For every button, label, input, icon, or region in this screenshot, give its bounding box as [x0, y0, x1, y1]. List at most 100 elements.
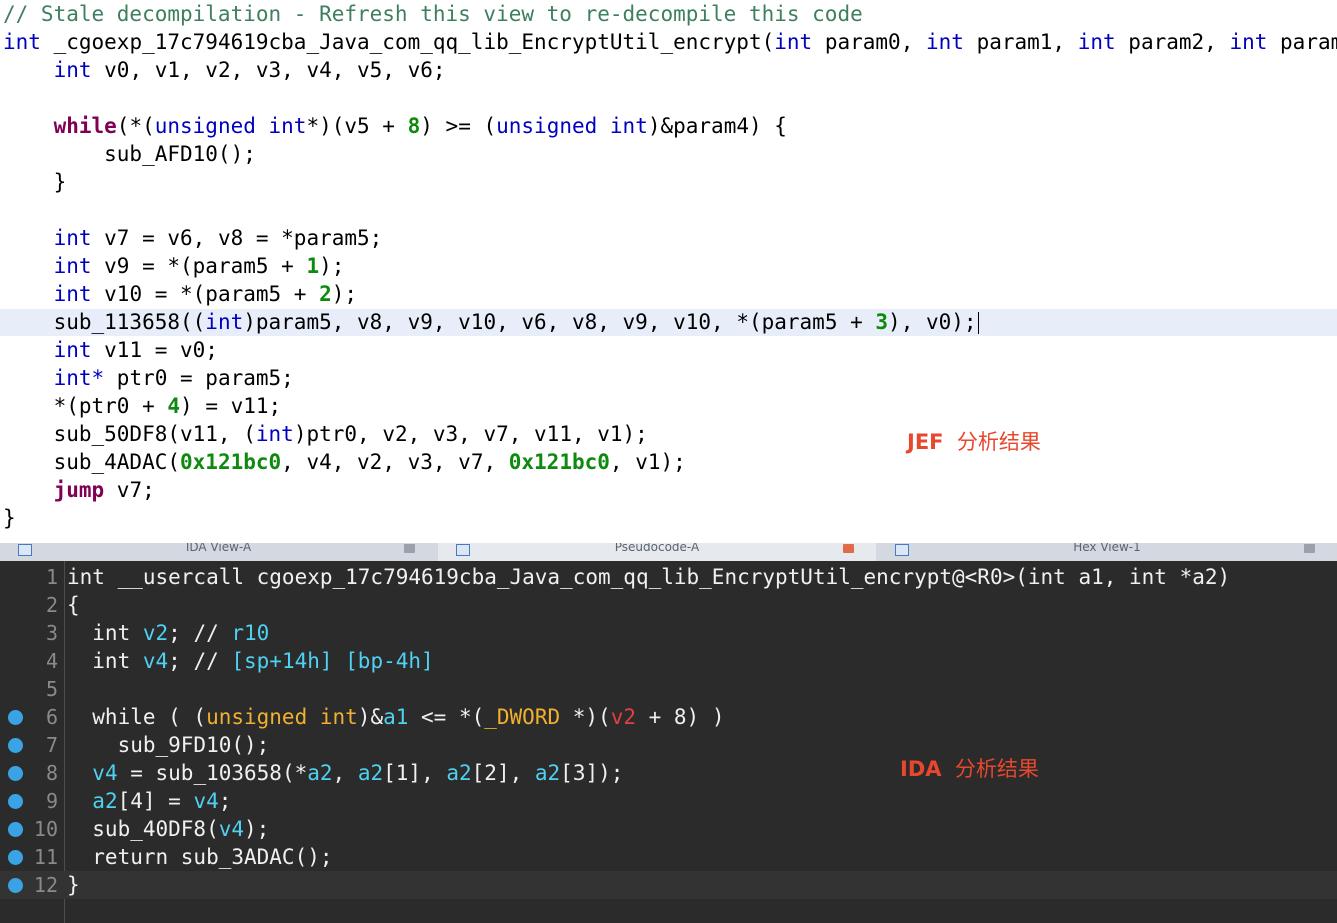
pseudocode-line[interactable]: 12} [0, 871, 1337, 899]
pseudocode-line[interactable]: 1 int __usercall cgoexp_17c794619cba_Java… [0, 563, 1337, 591]
breakpoint-dot-icon[interactable] [8, 738, 23, 753]
code-line[interactable]: jump v7; [3, 476, 155, 504]
code-token: [2], [471, 761, 535, 785]
line-number: 8 [45, 761, 58, 785]
number-token: 1 [306, 254, 320, 278]
code-token: , v4, v2, v3, v7, [281, 450, 509, 474]
variable-token: a2 [357, 761, 384, 785]
code-line[interactable]: while(*(unsigned int*)(v5 + 8) >= (unsig… [3, 112, 787, 140]
code-line[interactable]: sub_AFD10(); [3, 140, 256, 168]
code-token: ; [218, 789, 232, 813]
pseudocode-line[interactable]: 11 return sub_3ADAC(); [0, 843, 1337, 871]
code-line[interactable]: int v9 = *(param5 + 1); [3, 252, 345, 280]
code-token: <= *( [408, 705, 485, 729]
pseudocode-line[interactable]: 2{ [0, 591, 1337, 619]
variable-token: r10 [231, 621, 270, 645]
pseudocode-line[interactable]: 6 while ( (unsigned int)&a1 <= *(_DWORD … [0, 703, 1337, 731]
code-token: v7; [104, 478, 155, 502]
tab-hex-view-1[interactable]: Hex View-1 [877, 543, 1337, 561]
tab-ida-view-a[interactable]: IDA View-A [0, 543, 437, 561]
keyword-token: int [1229, 30, 1268, 54]
line-number: 2 [45, 593, 58, 617]
pseudocode-line[interactable]: 7 sub_9FD10(); [0, 731, 1337, 759]
code-line[interactable]: sub_50DF8(v11, (int)ptr0, v2, v3, v7, v1… [3, 420, 648, 448]
code-token: sub_40DF8( [67, 817, 219, 841]
number-token: 4 [167, 394, 181, 418]
code-line[interactable]: int v0, v1, v2, v3, v4, v5, v6; [3, 56, 446, 84]
code-line[interactable]: *(ptr0 + 4) = v11; [3, 392, 282, 420]
line-number: 4 [45, 649, 58, 673]
line-number: 3 [45, 621, 58, 645]
variable-token: a2 [446, 761, 472, 785]
pseudocode-line[interactable]: 8 v4 = sub_103658(*a2, a2[1], a2[2], a2[… [0, 759, 1337, 787]
breakpoint-dot-icon[interactable] [8, 794, 23, 809]
ida-result-label: IDA 分析结果 [900, 753, 1039, 783]
code-token: )ptr0, v2, v3, v7, v11, v1); [293, 422, 648, 446]
code-token: + 8) ) [635, 705, 725, 729]
code-token: sub_113658(( [3, 310, 206, 334]
code-token: v10 = *(param5 + [91, 282, 320, 306]
code-line[interactable]: } [3, 168, 67, 196]
code-token: (*( [116, 114, 155, 138]
code-token: , [332, 761, 358, 785]
pseudocode-line[interactable]: 3 int v2; // r10 [0, 619, 1337, 647]
code-line[interactable]: sub_113658((int)param5, v8, v9, v10, v6,… [3, 308, 979, 336]
ida-label-text: 分析结果 [954, 757, 1039, 781]
code-line[interactable]: int v10 = *(param5 + 2); [3, 280, 357, 308]
code-token: param0, [812, 30, 926, 54]
jeb-tool-name: JEF [907, 430, 944, 454]
tab-pseudocode-a[interactable]: Pseudocode-A [438, 543, 876, 561]
pseudocode-line[interactable]: 9 a2[4] = v4; [0, 787, 1337, 815]
number-token: 0x121bc0 [508, 450, 610, 474]
breakpoint-dot-icon[interactable] [8, 878, 23, 893]
code-token: sub_AFD10(); [3, 142, 256, 166]
close-icon[interactable] [404, 544, 415, 553]
line-number: 12 [33, 873, 58, 897]
code-token: *(ptr0 + [3, 394, 168, 418]
keyword-token: int [53, 282, 92, 306]
code-token: } [3, 170, 67, 194]
code-token: v0, v1, v2, v3, v4, v5, v6; [91, 58, 446, 82]
breakpoint-dot-icon[interactable] [8, 710, 23, 725]
tab-title: IDA View-A [185, 543, 252, 554]
breakpoint-dot-icon[interactable] [8, 822, 23, 837]
code-line[interactable]: int* ptr0 = param5; [3, 364, 294, 392]
close-icon[interactable] [843, 544, 854, 553]
variable-token: v2 [142, 621, 169, 645]
pseudocode-line[interactable]: 4 int v4; // [sp+14h] [bp-4h] [0, 647, 1337, 675]
code-token: v7 = v6, v8 = *param5; [91, 226, 383, 250]
code-token: = sub_103658(* [117, 761, 308, 785]
code-token: ); [244, 817, 270, 841]
breakpoint-dot-icon[interactable] [8, 766, 23, 781]
close-icon[interactable] [1304, 544, 1315, 553]
code-line[interactable]: sub_4ADAC(0x121bc0, v4, v2, v3, v7, 0x12… [3, 448, 686, 476]
keyword-token: unsigned int [154, 114, 307, 138]
keyword-token: while [53, 114, 117, 138]
code-token: ); [331, 282, 358, 306]
code-token: param2, [1115, 30, 1230, 54]
pseudocode-line[interactable]: 5 [0, 675, 1337, 703]
code-line[interactable]: int v7 = v6, v8 = *param5; [3, 224, 383, 252]
breakpoint-dot-icon[interactable] [8, 850, 23, 865]
code-token: ) = v11; [180, 394, 282, 418]
code-token: *)(v5 + [306, 114, 408, 138]
keyword-token: jump [53, 478, 105, 502]
keyword-token: int [774, 30, 813, 54]
code-token: ) >= ( [420, 114, 497, 138]
code-token: { [67, 593, 80, 617]
line-number: 9 [45, 789, 58, 813]
code-line[interactable]: int v11 = v0; [3, 336, 218, 364]
code-line[interactable]: } [3, 504, 16, 532]
variable-token: v4 [92, 761, 118, 785]
pseudocode-line[interactable]: 10 sub_40DF8(v4); [0, 815, 1337, 843]
pseudocode-text: int v2; // r10 [67, 619, 269, 647]
code-line[interactable]: int _cgoexp_17c794619cba_Java_com_qq_lib… [3, 28, 1337, 56]
jeb-decompiler-pane[interactable]: // Stale decompilation - Refresh this vi… [0, 0, 1337, 543]
ida-pseudocode-pane[interactable]: 1 int __usercall cgoexp_17c794619cba_Java… [0, 561, 1337, 923]
